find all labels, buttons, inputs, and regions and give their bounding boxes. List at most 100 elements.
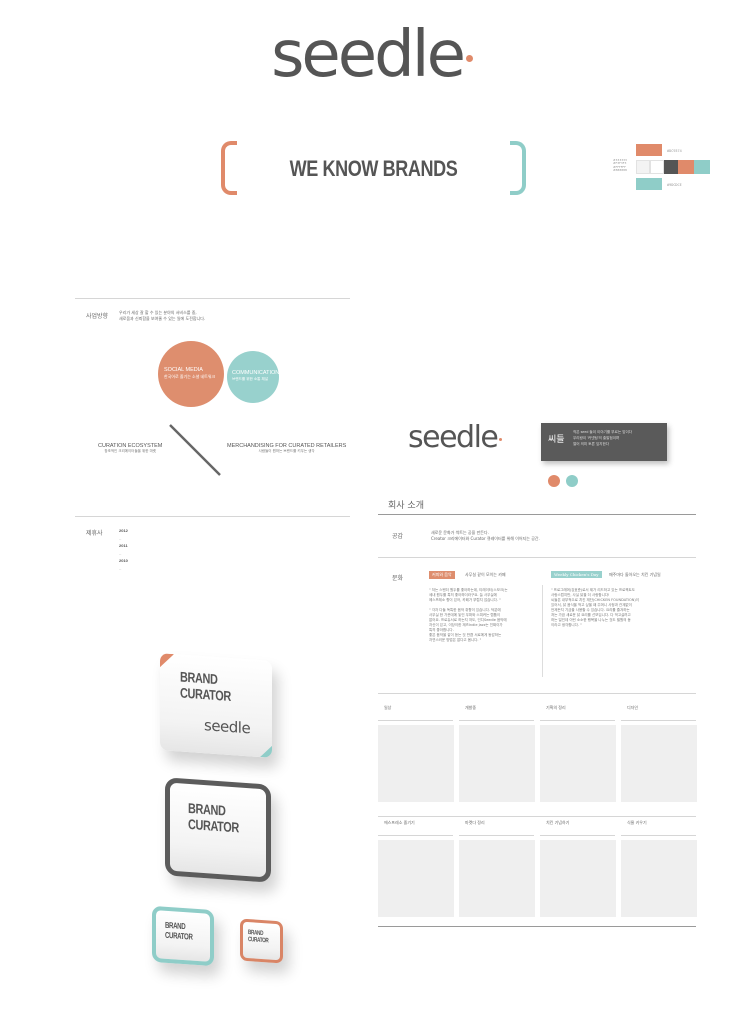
communication-circle: COMMUNICATION 브랜드를 위한 소통 채널 bbox=[227, 351, 279, 403]
culture-story-chicken: " 프로그래머(강호준)로서 제가 리드하고 있는 프로젝트도 사랑스럽지만, 사… bbox=[551, 588, 691, 628]
hex-label-top: #DC9374 bbox=[667, 149, 682, 153]
grid-heading-underline bbox=[459, 835, 534, 836]
direction-text: 우리가 세상 잘 할 수 있는 분야의 서비스를 중, 새로움과 신뢰함을 보여… bbox=[119, 310, 205, 322]
orange-dot bbox=[548, 475, 560, 487]
empathy-divider bbox=[378, 557, 696, 558]
comm-sub: 브랜드를 위한 소통 채널 bbox=[232, 377, 269, 381]
grid-heading-underline bbox=[378, 720, 453, 721]
year-dash-2: – bbox=[119, 551, 122, 556]
culture-tag-chicken: Weekly Chicken's Day bbox=[551, 571, 602, 578]
hex-labels-left: #333333 #F3F3F3 #FFFFFF #888888 bbox=[613, 158, 627, 173]
tagline: WE KNOW BRANDS bbox=[289, 156, 458, 181]
grid-heading: 기획의 정리 bbox=[546, 705, 566, 710]
box3-title: BRAND CURATOR bbox=[165, 919, 193, 942]
card-title: 씨들 bbox=[548, 435, 565, 445]
grid-heading-underline bbox=[621, 835, 696, 836]
brand-box-2: BRAND CURATOR bbox=[165, 777, 271, 883]
curation-sub: 창조적인 크리에이터들을 위한 마켓 bbox=[104, 449, 157, 453]
social-sub: 한국어로 즐기는 소셜 네트워크 bbox=[164, 374, 216, 379]
culture-label: 문화 bbox=[392, 575, 404, 582]
grid-heading: 개발중 bbox=[465, 705, 477, 710]
section-title: 회사 소개 bbox=[388, 501, 424, 511]
culture-tag-coffee-text: 사무실 같이 모이는 카페 bbox=[465, 572, 506, 577]
photo-placeholder bbox=[459, 725, 535, 802]
chicken-story-line: 이라고 생각합니다. " bbox=[551, 623, 582, 627]
swatch-white bbox=[650, 160, 664, 174]
hex-label-4: #888888 bbox=[613, 168, 627, 173]
coffee-story-line: 자연스러운 방법은 없다고 봅니다. " bbox=[429, 638, 482, 642]
right-logo: seedle bbox=[408, 420, 503, 455]
culture-tag-chicken-text: 매주마다 돌아오는 치킨 기념일 bbox=[609, 572, 661, 577]
merch-sub: 사람들이 원하는 브랜드를 키우는 생각 bbox=[258, 449, 315, 453]
social-media-circle: SOCIAL MEDIA 한국어로 즐기는 소셜 네트워크 bbox=[158, 341, 224, 407]
swatch-teal-2 bbox=[694, 160, 710, 174]
grid-heading: 일상 bbox=[384, 705, 392, 710]
empathy-text: 새로운 문화가 싹트는 공을 만든다. Creator 크리에이터와 Curat… bbox=[431, 530, 540, 542]
card-text: 작은 seed 들이 이야기를 부르는 앞이다 우리랑이 '커넷팅'의 출발점이… bbox=[573, 429, 632, 447]
photo-placeholder bbox=[621, 725, 697, 802]
brand-box-4: BRAND CURATOR bbox=[240, 918, 283, 964]
merch-block: MERCHANDISING FOR CURATED RETAILERS 사람들이… bbox=[227, 443, 346, 454]
photo-placeholder bbox=[378, 725, 454, 802]
photo-placeholder bbox=[540, 725, 616, 802]
year-2012: 2012 bbox=[119, 528, 128, 533]
right-logo-text: seedle bbox=[408, 420, 499, 455]
brand-box-3: BRAND CURATOR bbox=[152, 905, 214, 967]
empathy-label: 공감 bbox=[392, 533, 404, 540]
photo-placeholder bbox=[621, 840, 697, 917]
photo-placeholder bbox=[459, 840, 535, 917]
hex-label-bottom: #9DCDCE bbox=[667, 183, 682, 187]
direction-heading: 사업방향 bbox=[86, 313, 109, 320]
grid-heading: 마켓다 정리 bbox=[465, 820, 485, 825]
grid-heading-underline bbox=[378, 835, 453, 836]
swatch-orange bbox=[636, 144, 662, 156]
brand-box-1: BRAND CURATOR seedle bbox=[160, 653, 272, 758]
partners-heading: 제휴사 bbox=[86, 530, 103, 537]
swatch-light bbox=[636, 160, 650, 174]
box1-title: BRAND CURATOR bbox=[180, 668, 231, 705]
card-line-3: 열어 의미 토론 잎지한다 bbox=[573, 442, 610, 446]
grid-heading-underline bbox=[621, 720, 696, 721]
diagonal-line bbox=[169, 424, 221, 476]
box4-title: BRAND CURATOR bbox=[248, 929, 269, 945]
grid-heading: 치킨 기념하기 bbox=[546, 820, 570, 825]
year-2010: 2010 bbox=[119, 558, 128, 563]
intro-card: 씨들 작은 seed 들이 이야기를 부르는 앞이다 우리랑이 '커넷팅'의 출… bbox=[541, 423, 667, 461]
comm-title: COMMUNICATION bbox=[232, 370, 280, 376]
divider-top bbox=[75, 298, 350, 299]
logo-dot-icon bbox=[465, 55, 473, 62]
year-dash-1: – bbox=[119, 536, 122, 541]
culture-column-divider bbox=[542, 585, 543, 677]
year-2011: 2011 bbox=[119, 543, 128, 548]
box1-corner-teal bbox=[260, 745, 272, 758]
section-divider bbox=[378, 514, 696, 515]
swatch-orange-2 bbox=[678, 160, 694, 174]
direction-line-2: 새로움과 신뢰함을 보여줄 수 있는 일에 도전합니다. bbox=[119, 316, 206, 321]
empathy-line-2: Creator 크리에이터와 Curator 큐레이터를 위해 이어지는 공간. bbox=[431, 536, 540, 541]
photo-placeholder bbox=[540, 840, 616, 917]
grid-heading: 디자인 bbox=[627, 705, 639, 710]
grid-divider-mid bbox=[378, 816, 696, 817]
right-bracket bbox=[510, 141, 526, 195]
grid-heading: 식물 키우기 bbox=[627, 820, 647, 825]
teal-dot bbox=[566, 475, 578, 487]
grid-divider-bottom bbox=[378, 926, 696, 927]
right-logo-dot-icon bbox=[499, 438, 503, 441]
culture-tag-coffee: 커피와 음악 bbox=[429, 571, 455, 579]
box1-corner-orange bbox=[160, 653, 174, 669]
year-list: 2012 – 2011 – 2010 – bbox=[119, 528, 128, 573]
grid-heading: 에스프레소 즐기기 bbox=[384, 820, 415, 825]
curation-block: CURATION ECOSYSTEM 창조적인 크리에이터들을 위한 마켓 bbox=[98, 443, 162, 454]
year-dash-3: – bbox=[119, 566, 122, 571]
box2-title: BRAND CURATOR bbox=[188, 799, 239, 836]
grid-heading-underline bbox=[540, 835, 615, 836]
grid-heading-underline bbox=[540, 720, 615, 721]
seedle-logo: seedle bbox=[0, 18, 744, 92]
box1-logo: seedle bbox=[204, 716, 251, 738]
swatch-teal bbox=[636, 178, 662, 190]
photo-placeholder bbox=[378, 840, 454, 917]
social-title: SOCIAL MEDIA bbox=[164, 367, 203, 373]
grid-heading-underline bbox=[459, 720, 534, 721]
logo-text: seedle bbox=[271, 18, 466, 92]
divider-mid bbox=[75, 516, 350, 517]
